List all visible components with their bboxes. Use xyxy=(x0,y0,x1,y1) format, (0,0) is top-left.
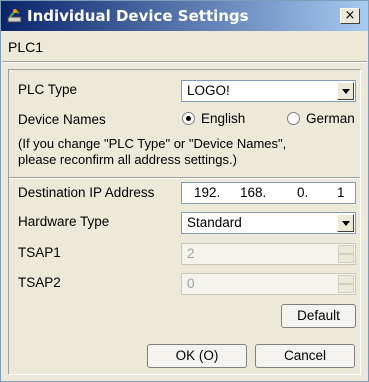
tsap1-spinner: 2 xyxy=(181,243,356,265)
ip-octet-2[interactable]: 168. xyxy=(240,185,266,200)
hardware-type-select[interactable]: Standard xyxy=(181,212,356,234)
close-button[interactable]: × xyxy=(340,8,360,24)
note-line-1: (If you change "PLC Type" or "Device Nam… xyxy=(18,136,287,151)
spin-down-icon xyxy=(338,284,354,293)
tsap1-value: 2 xyxy=(187,246,195,261)
tsap1-label: TSAP1 xyxy=(18,245,61,260)
hardware-type-value: Standard xyxy=(187,215,242,230)
default-button[interactable]: Default xyxy=(281,304,356,328)
tsap2-label: TSAP2 xyxy=(18,275,61,290)
tsap2-spinner: 0 xyxy=(181,273,356,295)
chevron-down-icon[interactable] xyxy=(337,214,354,232)
chevron-down-icon[interactable] xyxy=(337,82,354,100)
english-radio-label[interactable]: English xyxy=(201,111,245,126)
ip-octet-3[interactable]: 0. xyxy=(297,185,308,200)
device-names-label: Device Names xyxy=(18,112,106,127)
destination-ip-label: Destination IP Address xyxy=(18,185,155,200)
destination-ip-input[interactable]: 192. 168. 0. 1 xyxy=(181,182,356,204)
spin-up-icon xyxy=(338,245,354,254)
divider xyxy=(9,177,360,179)
divider xyxy=(2,61,367,63)
device-name-label: PLC1 xyxy=(8,39,44,55)
note-line-2: please reconfirm all address settings.) xyxy=(18,152,237,167)
ip-octet-1[interactable]: 192. xyxy=(194,185,220,200)
german-radio-label[interactable]: German xyxy=(306,111,355,126)
spin-up-icon xyxy=(338,275,354,284)
plc-type-select[interactable]: LOGO! xyxy=(181,80,356,102)
window-title: Individual Device Settings xyxy=(27,7,249,25)
plc-type-label: PLC Type xyxy=(18,82,78,97)
cancel-button[interactable]: Cancel xyxy=(255,344,355,368)
title-bar[interactable]: Individual Device Settings × xyxy=(1,1,368,31)
plc-type-value: LOGO! xyxy=(187,83,230,98)
settings-app-icon xyxy=(7,9,22,23)
hardware-type-label: Hardware Type xyxy=(18,214,110,229)
reconfirm-note: (If you change "PLC Type" or "Device Nam… xyxy=(18,136,286,168)
ok-button[interactable]: OK (O) xyxy=(147,344,247,368)
english-radio[interactable] xyxy=(182,112,195,125)
spin-down-icon xyxy=(338,254,354,263)
ip-octet-4[interactable]: 1 xyxy=(337,185,345,200)
tsap2-value: 0 xyxy=(187,276,195,291)
german-radio[interactable] xyxy=(287,112,300,125)
dialog-window: Individual Device Settings × PLC1 PLC Ty… xyxy=(0,0,369,382)
